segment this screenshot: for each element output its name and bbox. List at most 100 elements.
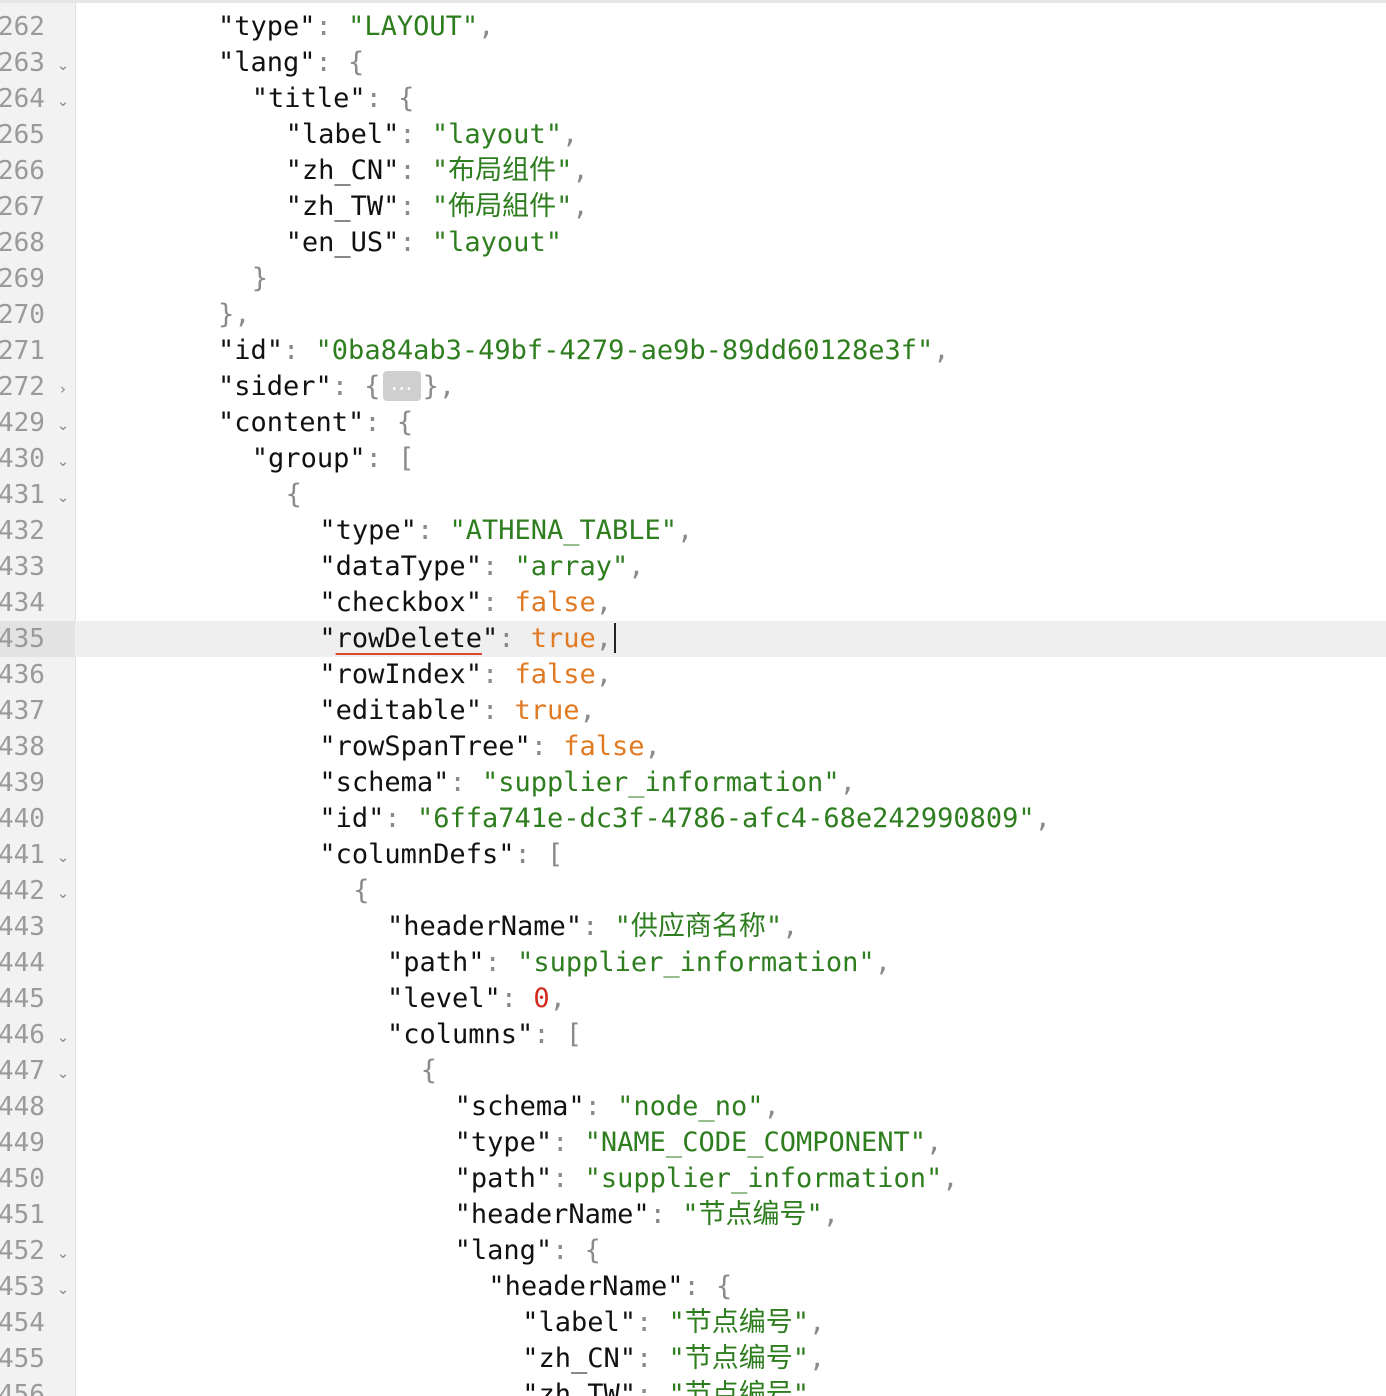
fold-collapsed-icon[interactable]: ›	[55, 369, 71, 405]
code-line[interactable]: 262 "type": "LAYOUT",	[0, 9, 1386, 45]
code-text[interactable]: "label": "节点编号",	[522, 1305, 825, 1341]
fold-expanded-icon[interactable]: ⌄	[55, 1017, 71, 1053]
code-text[interactable]: "title": {	[252, 81, 415, 117]
fold-expanded-icon[interactable]: ⌄	[55, 1233, 71, 1269]
fold-expanded-icon[interactable]: ⌄	[55, 477, 71, 513]
code-line[interactable]: 451 "headerName": "节点编号",	[0, 1197, 1386, 1233]
code-text[interactable]: "lang": {	[455, 1233, 601, 1269]
code-line[interactable]: 443 "headerName": "供应商名称",	[0, 909, 1386, 945]
code-line[interactable]: 265 "label": "layout",	[0, 117, 1386, 153]
code-text[interactable]: "schema": "supplier_information",	[319, 765, 855, 801]
fold-expanded-icon[interactable]: ⌄	[55, 1053, 71, 1089]
code-line[interactable]: 453 ⌄ "headerName": {	[0, 1269, 1386, 1305]
code-line[interactable]: 264 ⌄ "title": {	[0, 81, 1386, 117]
code-editor[interactable]: 262 "type": "LAYOUT", 263 ⌄ "lang": {264 ⌄ "ti…	[0, 0, 1386, 1396]
code-line[interactable]: 430 ⌄ "group": [	[0, 441, 1386, 477]
fold-expanded-icon[interactable]: ⌄	[55, 873, 71, 909]
json-key: "title"	[251, 83, 366, 114]
code-text[interactable]: "id": "6ffa741e-dc3f-4786-afc4-68e242990…	[319, 801, 1051, 837]
code-line[interactable]: 434 "checkbox": false,	[0, 585, 1386, 621]
code-text[interactable]: "checkbox": false,	[319, 585, 612, 621]
fold-expanded-icon[interactable]: ⌄	[55, 837, 71, 873]
code-text[interactable]: "lang": {	[218, 45, 364, 81]
code-line[interactable]: 437 "editable": true,	[0, 693, 1386, 729]
code-line[interactable]: 456 "zh_TW": "节点编号"	[0, 1377, 1386, 1396]
code-text[interactable]: "zh_TW": "节点编号"	[522, 1377, 809, 1396]
code-line[interactable]: 444 "path": "supplier_information",	[0, 945, 1386, 981]
code-text[interactable]: "headerName": {	[488, 1269, 732, 1305]
json-key: "content"	[218, 407, 365, 438]
code-text[interactable]: "type": "NAME_CODE_COMPONENT",	[455, 1125, 943, 1161]
code-line[interactable]: 452 ⌄ "lang": {	[0, 1233, 1386, 1269]
code-line[interactable]: 447 ⌄{	[0, 1053, 1386, 1089]
code-line[interactable]: 432 "type": "ATHENA_TABLE",	[0, 513, 1386, 549]
code-text[interactable]: "type": "LAYOUT",	[218, 9, 494, 45]
code-text[interactable]: "level": 0,	[387, 981, 566, 1017]
code-line[interactable]: 445 "level": 0,	[0, 981, 1386, 1017]
code-line[interactable]: 267 "zh_TW": "佈局組件",	[0, 189, 1386, 225]
code-text[interactable]: "editable": true,	[319, 693, 595, 729]
code-text[interactable]: "schema": "node_no",	[455, 1089, 780, 1125]
json-key: "columns"	[387, 1019, 534, 1050]
code-line[interactable]: 436 "rowIndex": false,	[0, 657, 1386, 693]
code-line[interactable]: 440 "id": "6ffa741e-dc3f-4786-afc4-68e242…	[0, 801, 1386, 837]
code-text[interactable]: "id": "0ba84ab3-49bf-4279-ae9b-89dd60128…	[218, 333, 950, 369]
json-string: "node_no"	[617, 1091, 764, 1122]
code-text[interactable]: "rowIndex": false,	[319, 657, 612, 693]
code-text[interactable]: "path": "supplier_information",	[387, 945, 891, 981]
code-text[interactable]: "headerName": "供应商名称",	[387, 909, 798, 945]
code-line[interactable]: 270},	[0, 297, 1386, 333]
json-boolean: true	[514, 695, 580, 726]
code-text[interactable]: "columnDefs": [	[319, 837, 563, 873]
code-text[interactable]: "label": "layout",	[286, 117, 579, 153]
code-text[interactable]: "zh_CN": "布局组件",	[286, 153, 589, 189]
code-text[interactable]: {	[353, 873, 369, 909]
code-text[interactable]: "rowDelete": true,	[319, 621, 617, 657]
code-text[interactable]: {	[286, 477, 302, 513]
code-line[interactable]: 448 "schema": "node_no",	[0, 1089, 1386, 1125]
code-text[interactable]: "columns": [	[387, 1017, 582, 1053]
code-text[interactable]: "rowSpanTree": false,	[319, 729, 660, 765]
code-line[interactable]: 266 "zh_CN": "布局组件",	[0, 153, 1386, 189]
fold-expanded-icon[interactable]: ⌄	[55, 45, 71, 81]
code-line[interactable]: 441 ⌄ "columnDefs": [	[0, 837, 1386, 873]
code-text[interactable]: "dataType": "array",	[319, 549, 644, 585]
code-line[interactable]: 449 "type": "NAME_CODE_COMPONENT",	[0, 1125, 1386, 1161]
code-text[interactable]: "zh_TW": "佈局組件",	[286, 189, 589, 225]
code-text[interactable]: "group": [	[252, 441, 415, 477]
code-line[interactable]: 429 ⌄ "content": {	[0, 405, 1386, 441]
code-text[interactable]: }	[252, 261, 268, 297]
code-text[interactable]: {	[421, 1053, 437, 1089]
json-key: "	[481, 623, 499, 654]
fold-expanded-icon[interactable]: ⌄	[55, 405, 71, 441]
fold-expanded-icon[interactable]: ⌄	[55, 81, 71, 117]
json-punctuation: :	[635, 1307, 669, 1338]
code-line[interactable]: 450 "path": "supplier_information",	[0, 1161, 1386, 1197]
code-line[interactable]: 268 "en_US": "layout"	[0, 225, 1386, 261]
code-text[interactable]: "zh_CN": "节点编号",	[522, 1341, 825, 1377]
code-line[interactable]: 442 ⌄{	[0, 873, 1386, 909]
code-text[interactable]: "sider": {…},	[218, 369, 455, 405]
code-line[interactable]: 454 "label": "节点编号",	[0, 1305, 1386, 1341]
code-line[interactable]: 431 ⌄{	[0, 477, 1386, 513]
code-line[interactable]: 435 "rowDelete": true,	[0, 621, 1386, 657]
code-text[interactable]: "content": {	[218, 405, 413, 441]
code-line[interactable]: 269}	[0, 261, 1386, 297]
code-text[interactable]: "headerName": "节点编号",	[455, 1197, 839, 1233]
code-text[interactable]: "en_US": "layout"	[286, 225, 562, 261]
fold-expanded-icon[interactable]: ⌄	[55, 441, 71, 477]
code-text[interactable]: "path": "supplier_information",	[455, 1161, 959, 1197]
code-text[interactable]: "type": "ATHENA_TABLE",	[319, 513, 693, 549]
folded-placeholder[interactable]: …	[382, 370, 421, 401]
code-line[interactable]: 263 ⌄ "lang": {	[0, 45, 1386, 81]
code-line[interactable]: 272 › "sider": {…},	[0, 369, 1386, 405]
json-punctuation: :	[582, 911, 615, 942]
code-line[interactable]: 438 "rowSpanTree": false,	[0, 729, 1386, 765]
code-line[interactable]: 433 "dataType": "array",	[0, 549, 1386, 585]
code-line[interactable]: 446 ⌄ "columns": [	[0, 1017, 1386, 1053]
code-text[interactable]: },	[218, 297, 251, 333]
fold-expanded-icon[interactable]: ⌄	[55, 1269, 71, 1305]
code-line[interactable]: 455 "zh_CN": "节点编号",	[0, 1341, 1386, 1377]
code-line[interactable]: 439 "schema": "supplier_information",	[0, 765, 1386, 801]
code-line[interactable]: 271 "id": "0ba84ab3-49bf-4279-ae9b-89dd60…	[0, 333, 1386, 369]
